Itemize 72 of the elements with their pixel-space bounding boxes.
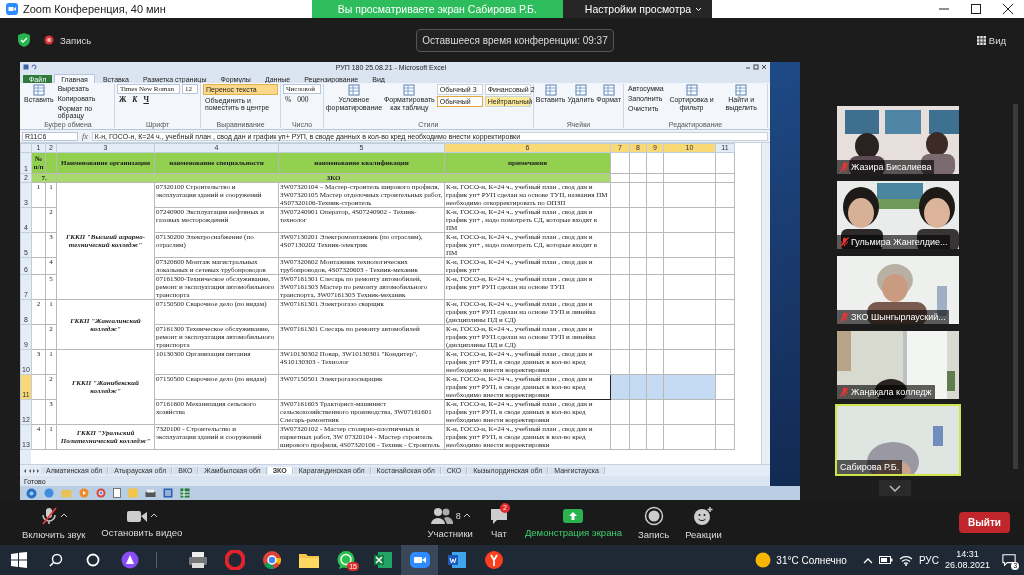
start-icon[interactable] bbox=[26, 487, 37, 499]
maximize-icon bbox=[971, 4, 981, 14]
maximize-icon[interactable] bbox=[753, 64, 759, 70]
app-logo-icon bbox=[6, 3, 18, 15]
spreadsheet-icon[interactable] bbox=[372, 550, 393, 570]
grid-icon bbox=[976, 35, 986, 45]
timer: Оставшееся время конференции: 09:37 bbox=[416, 28, 614, 52]
round-logo-icon bbox=[120, 551, 139, 569]
caret-icon[interactable] bbox=[59, 513, 68, 518]
toolbar-button[interactable]: 8 Участники bbox=[419, 506, 481, 539]
toolbar-button[interactable]: Реакции bbox=[677, 505, 730, 540]
undo-icon[interactable] bbox=[31, 64, 37, 70]
view-button[interactable]: Вид bbox=[970, 33, 1012, 47]
circle-icon bbox=[85, 553, 100, 567]
view-settings-button[interactable]: Настройки просмотра bbox=[562, 0, 713, 18]
toolbar-button[interactable]: Демонстрация экрана bbox=[516, 507, 630, 538]
toolbar-button[interactable]: Включить звук bbox=[14, 505, 94, 540]
chat-bubble-icon[interactable] bbox=[335, 550, 356, 570]
taskbar-app[interactable] bbox=[401, 545, 438, 575]
record-icon[interactable] bbox=[643, 505, 664, 526]
leave-button[interactable]: Выйти bbox=[959, 512, 1010, 533]
record-label[interactable]: Запись bbox=[60, 34, 92, 46]
video-camera-icon[interactable] bbox=[408, 550, 431, 570]
language-indicator[interactable]: РУС bbox=[918, 554, 939, 566]
toolbar-button[interactable]: Запись bbox=[629, 505, 678, 540]
ring-icon[interactable] bbox=[224, 550, 245, 570]
search-icon bbox=[48, 553, 63, 567]
video-tile[interactable]: Жазира Бисалиева bbox=[835, 104, 961, 176]
chevron-down-icon bbox=[889, 484, 901, 492]
scrollbar[interactable] bbox=[1013, 104, 1018, 469]
save-icon[interactable] bbox=[23, 64, 29, 70]
start-icon bbox=[10, 552, 27, 568]
message-icon bbox=[1002, 553, 1016, 567]
video-tile[interactable]: Гульмира Жангелдие... bbox=[835, 179, 961, 251]
battery-icon[interactable] bbox=[878, 556, 893, 564]
window-title: Zoom Конференция, 40 мин bbox=[23, 3, 166, 15]
participant-name: Сабирова Р.Б. bbox=[840, 462, 900, 472]
video-tile[interactable]: Сабирова Р.Б. bbox=[835, 404, 961, 476]
round-logo-icon[interactable] bbox=[483, 550, 504, 570]
chevron-up-icon[interactable] bbox=[862, 556, 873, 564]
weather-text[interactable]: 31°C Солнечно bbox=[776, 554, 847, 566]
toolbar-button[interactable]: Остановить видео bbox=[93, 507, 191, 538]
printer-icon[interactable] bbox=[145, 488, 156, 498]
video-tile[interactable]: ЗКО Шынгырлауский... bbox=[835, 254, 961, 326]
share-banner: Вы просматриваете экран Сабирова Р.Б. bbox=[311, 0, 563, 18]
scrollbar[interactable] bbox=[761, 143, 770, 464]
close-icon[interactable] bbox=[761, 64, 767, 70]
record-icon bbox=[44, 35, 54, 45]
printer-icon[interactable] bbox=[187, 551, 208, 569]
caret-icon[interactable] bbox=[462, 513, 471, 518]
wifi-icon[interactable] bbox=[898, 554, 913, 566]
folder-icon[interactable] bbox=[297, 551, 320, 569]
close-icon bbox=[1003, 4, 1013, 14]
participant-name: Жазира Бисалиева bbox=[851, 162, 932, 172]
clock[interactable]: 14:31 26.08.2021 bbox=[944, 549, 990, 571]
caret-icon[interactable] bbox=[149, 513, 158, 518]
participant-name: Жаңақала колледж bbox=[851, 387, 932, 397]
sheet-nav-icon[interactable] bbox=[22, 467, 40, 474]
people-icon[interactable] bbox=[429, 506, 454, 525]
caret-icon bbox=[695, 6, 703, 12]
muted-mic-icon[interactable] bbox=[39, 505, 58, 526]
video-tile[interactable]: Жаңақала колледж bbox=[835, 329, 961, 401]
chat-bubble-icon[interactable] bbox=[488, 506, 509, 525]
shield-icon[interactable] bbox=[18, 33, 30, 47]
participant-name: ЗКО Шынгырлауский... bbox=[851, 312, 946, 322]
function-label[interactable]: fx bbox=[82, 131, 88, 141]
more-button[interactable] bbox=[879, 480, 911, 496]
participant-name: Гульмира Жангелдие... bbox=[851, 237, 948, 247]
browser-icon[interactable] bbox=[261, 550, 282, 570]
smiley-icon[interactable] bbox=[692, 505, 715, 526]
share-screen-icon[interactable] bbox=[562, 507, 585, 524]
sun-icon bbox=[755, 552, 772, 568]
